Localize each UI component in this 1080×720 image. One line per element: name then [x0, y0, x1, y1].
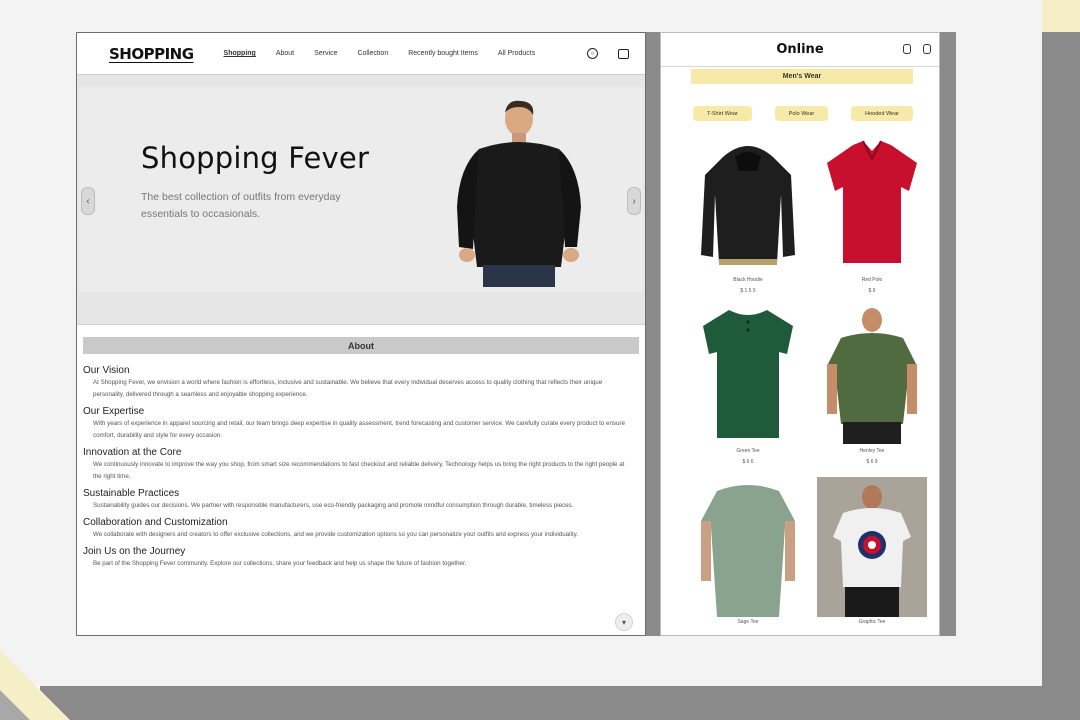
product-card[interactable]: Black Hoodie $ 1 5 5	[693, 135, 803, 294]
product-price: $ 1 5 5	[740, 288, 756, 294]
product-card[interactable]: Green Tee $ 6 6	[693, 306, 803, 465]
nav-link-recent[interactable]: Recently bought Items	[408, 50, 478, 57]
nav-link-all-products[interactable]: All Products	[498, 50, 535, 57]
category-button[interactable]: Polo Wear	[774, 106, 829, 121]
hoodie-image	[701, 146, 795, 265]
section-body: With years of experience in apparel sour…	[93, 420, 625, 439]
category-button[interactable]: T-Shirt Wear	[693, 106, 752, 121]
product-name: Black Hoodie	[733, 277, 763, 283]
cart-icon[interactable]	[618, 48, 629, 59]
hero-model-image	[457, 100, 581, 287]
nav-link-shopping[interactable]: Shopping	[224, 50, 256, 57]
product-card[interactable]: Sage Tee	[693, 477, 803, 630]
section-title: Collaboration and Customization	[83, 517, 228, 528]
cart-icon[interactable]	[923, 44, 931, 54]
graphic-tee-image	[817, 477, 927, 617]
corner-decoration	[0, 690, 30, 720]
hero-banner: ‹ › Shopping Fever The best collection o…	[79, 87, 643, 292]
hero-title: Shopping Fever	[141, 141, 370, 175]
hero-subtitle: The best collection of outfits from ever…	[141, 191, 341, 220]
section-body: We collaborate with designers and creato…	[93, 531, 578, 538]
mobile-nav-icons	[903, 44, 931, 54]
section-body: Be part of the Shopping Fever community.…	[93, 560, 467, 567]
product-name: Sage Tee	[737, 619, 759, 625]
about-section: About Our Vision At Shopping Fever, we e…	[77, 325, 645, 570]
henley-model-image	[827, 308, 917, 444]
product-grid: Black Hoodie $ 1 5 5 Red Polo $ 9 Green …	[693, 135, 939, 630]
section-title: Sustainable Practices	[83, 488, 180, 499]
section-body: We continuously innovate to improve the …	[93, 461, 625, 480]
hero-section: ‹ › Shopping Fever The best collection o…	[77, 75, 645, 325]
section-title: Our Vision	[83, 365, 130, 376]
nav-icons: ○	[587, 48, 629, 59]
carousel-next-button[interactable]: ›	[627, 187, 641, 215]
product-name: Green Tee	[736, 448, 760, 454]
nav-link-about[interactable]: About	[276, 50, 294, 57]
section-title: Join Us on the Journey	[83, 546, 186, 557]
sage-tee-image	[701, 485, 795, 617]
nav-link-collection[interactable]: Collection	[357, 50, 388, 57]
mobile-screen: Online Men's Wear T-Shirt Wear Polo Wear…	[660, 32, 940, 636]
green-tee-image	[703, 310, 793, 438]
brand-logo[interactable]: SHOPPING	[109, 45, 194, 63]
product-name: Henley Tee	[859, 448, 885, 454]
product-card[interactable]: Red Polo $ 9	[817, 135, 927, 294]
screen-gutter	[940, 32, 956, 636]
account-icon[interactable]: ○	[587, 48, 598, 59]
nav-link-service[interactable]: Service	[314, 50, 337, 57]
section-title: Innovation at the Core	[83, 447, 182, 458]
account-icon[interactable]	[903, 44, 911, 54]
scroll-top-button[interactable]: ▾	[615, 613, 633, 631]
product-name: Red Polo	[861, 277, 883, 283]
screen-gutter	[646, 32, 660, 636]
product-price: $ 6 9	[866, 459, 878, 465]
carousel-prev-button[interactable]: ‹	[81, 187, 95, 215]
category-buttons: T-Shirt Wear Polo Wear Hooded Wear	[693, 106, 913, 121]
top-navbar: SHOPPING Shopping About Service Collecti…	[77, 33, 645, 75]
section-title: Our Expertise	[83, 406, 145, 417]
polo-image	[827, 140, 917, 263]
about-sections: Our Vision At Shopping Fever, we envisio…	[83, 354, 639, 570]
category-button[interactable]: Hooded Wear	[851, 106, 913, 121]
product-name: Graphic Tee	[858, 619, 886, 625]
about-header: About	[83, 337, 639, 354]
desktop-screen: SHOPPING Shopping About Service Collecti…	[76, 32, 646, 636]
category-header: Men's Wear	[691, 69, 913, 84]
product-card[interactable]: Henley Tee $ 6 9	[817, 306, 927, 465]
product-price: $ 9	[868, 288, 876, 294]
mobile-brand-logo[interactable]: Online	[776, 42, 823, 57]
mobile-navbar: Online	[661, 33, 939, 67]
nav-links: Shopping About Service Collection Recent…	[224, 50, 587, 57]
product-price: $ 6 6	[742, 459, 754, 465]
section-body: Sustainability guides our decisions. We …	[93, 502, 574, 509]
product-card[interactable]: Graphic Tee	[817, 477, 927, 630]
section-body: At Shopping Fever, we envision a world w…	[93, 379, 603, 398]
